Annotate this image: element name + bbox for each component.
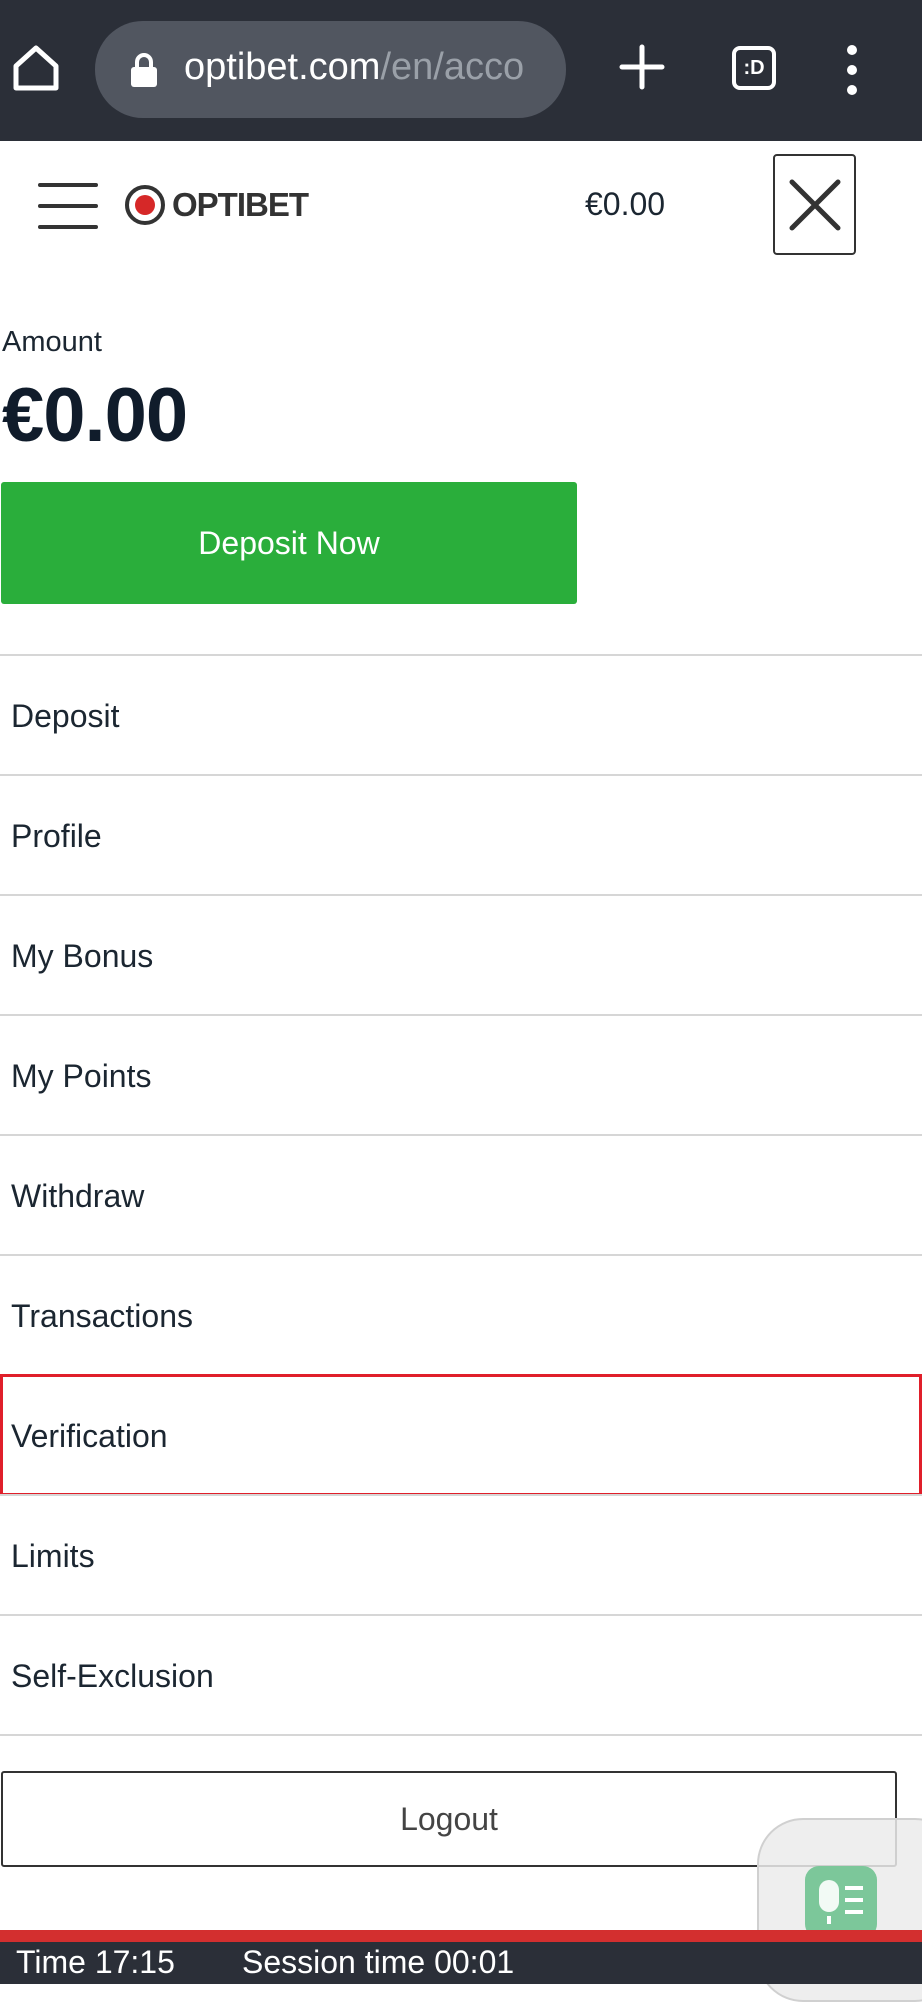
address-bar[interactable]: optibet.com/en/acco <box>95 21 566 118</box>
header-balance: €0.00 <box>585 186 666 222</box>
menu-item-profile[interactable]: Profile <box>0 774 922 894</box>
voice-document-icon[interactable] <box>805 1866 877 1938</box>
home-icon[interactable] <box>10 42 62 94</box>
menu-item-transactions[interactable]: Transactions <box>0 1254 922 1374</box>
browser-toolbar: optibet.com/en/acco :D <box>0 0 922 141</box>
menu-item-label: Profile <box>11 818 102 854</box>
menu-item-label: Deposit <box>11 698 120 734</box>
menu-item-label: Transactions <box>11 1298 193 1334</box>
amount-value: €0.00 <box>2 373 188 458</box>
session-time: Session time 00:01 <box>242 1944 515 1980</box>
close-button[interactable] <box>773 154 856 255</box>
tabs-icon[interactable]: :D <box>730 44 778 92</box>
menu-item-my-bonus[interactable]: My Bonus <box>0 894 922 1014</box>
lock-icon <box>129 52 159 88</box>
menu-item-verification[interactable]: Verification <box>0 1374 922 1496</box>
footer-accent-bar <box>0 1930 922 1942</box>
menu-item-limits[interactable]: Limits <box>0 1494 922 1614</box>
url-text: optibet.com/en/acco <box>184 46 544 89</box>
logo-text: OPTIBET <box>172 186 309 223</box>
deposit-now-button[interactable]: Deposit Now <box>1 482 577 604</box>
close-icon <box>789 179 841 231</box>
menu-item-label: Limits <box>11 1538 95 1574</box>
menu-item-label: Self-Exclusion <box>11 1658 214 1694</box>
clock-time: Time 17:15 <box>16 1944 175 1980</box>
menu-item-label: My Points <box>11 1058 152 1094</box>
more-vert-icon[interactable] <box>836 44 868 96</box>
menu-item-my-points[interactable]: My Points <box>0 1014 922 1134</box>
url-path: /en/acco <box>380 46 525 88</box>
hamburger-icon[interactable] <box>38 181 100 231</box>
url-host: optibet.com <box>184 46 381 88</box>
plus-icon[interactable] <box>617 42 667 92</box>
menu-item-withdraw[interactable]: Withdraw <box>0 1134 922 1254</box>
menu-item-label: My Bonus <box>11 938 154 974</box>
amount-label: Amount <box>2 326 102 358</box>
logo-mark-icon <box>125 185 165 225</box>
menu-item-deposit[interactable]: Deposit <box>0 654 922 774</box>
logo[interactable]: OPTIBET <box>124 183 309 227</box>
menu-item-label: Verification <box>11 1418 168 1454</box>
status-footer: Time 17:15 Session time 00:01 <box>0 1942 922 1984</box>
tab-switcher-label: :D <box>732 46 776 90</box>
account-menu: Deposit Profile My Bonus My Points Withd… <box>0 654 922 1736</box>
menu-item-self-exclusion[interactable]: Self-Exclusion <box>0 1614 922 1736</box>
site-header: OPTIBET €0.00 <box>0 141 922 271</box>
menu-item-label: Withdraw <box>11 1178 145 1214</box>
